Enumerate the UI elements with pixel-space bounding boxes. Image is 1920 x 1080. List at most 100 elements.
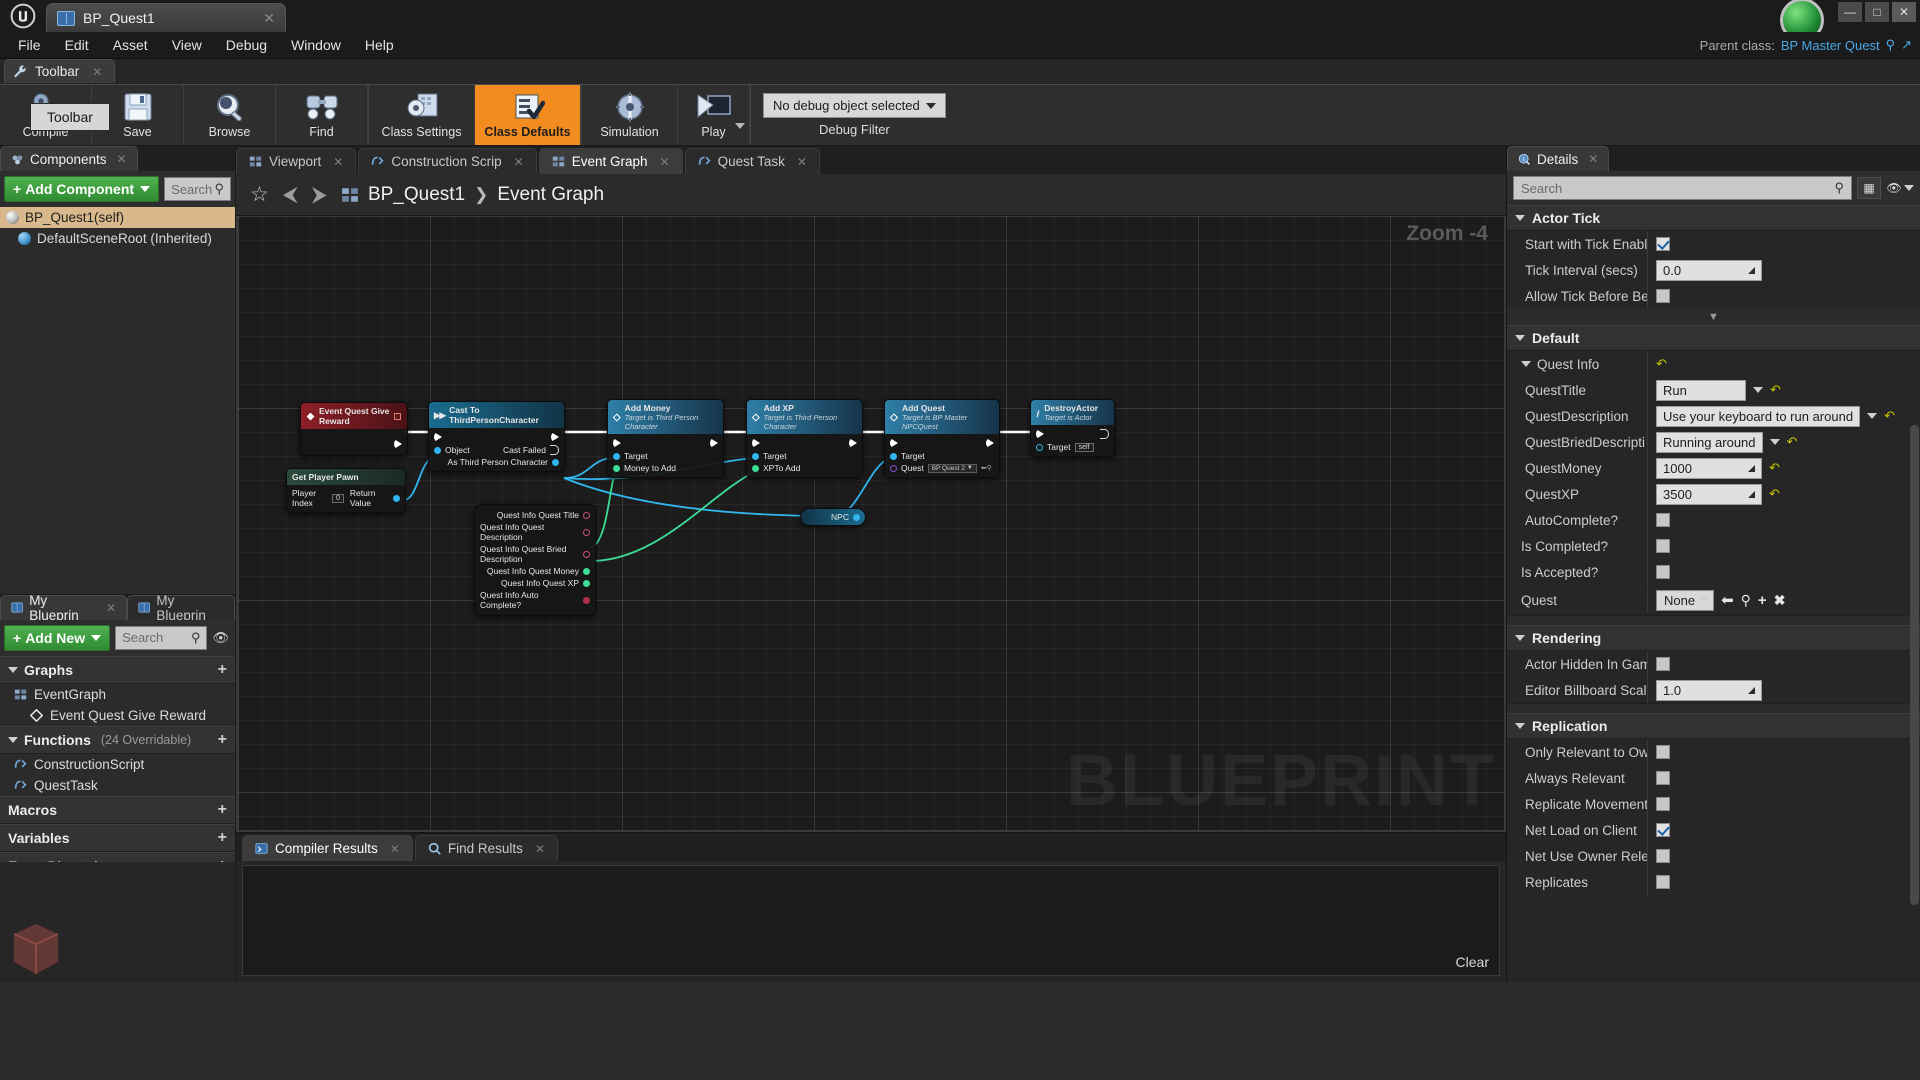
node-add-quest[interactable]: Add Quest Target is BP Master NPCQuest T… <box>884 399 1000 478</box>
grid-view-icon[interactable]: ▦ <box>1857 177 1881 199</box>
quest-xp-out-pin[interactable] <box>583 580 590 587</box>
forward-arrow-icon[interactable]: ⮞ <box>312 183 327 207</box>
add-function-button[interactable]: + <box>218 731 227 749</box>
chevron-down-icon[interactable] <box>735 123 745 129</box>
player-index-value[interactable]: 0 <box>332 494 344 503</box>
tab-event-graph[interactable]: Event Graph ✕ <box>539 148 683 174</box>
tick-interval-input[interactable]: 0.0 <box>1656 260 1762 281</box>
parent-class-value[interactable]: BP Master Quest <box>1781 38 1880 53</box>
only-relevant-to-owner-checkbox[interactable] <box>1656 745 1670 759</box>
menu-item-file[interactable]: File <box>6 34 53 56</box>
exec-out-pin[interactable] <box>1100 429 1109 439</box>
questtitle-input[interactable]: Run <box>1656 380 1746 401</box>
section-event-dispatchers[interactable]: Event Dispatchers + <box>0 852 235 863</box>
add-macro-button[interactable]: + <box>218 801 227 819</box>
minimize-button[interactable]: — <box>1838 2 1862 22</box>
quest-bried-description-out-pin[interactable] <box>583 551 590 558</box>
close-icon[interactable]: ✕ <box>514 155 524 169</box>
close-icon[interactable]: ✕ <box>535 842 545 856</box>
section-macros[interactable]: Macros + <box>0 796 235 824</box>
breadcrumb-item-blueprint[interactable]: BP_Quest1 <box>368 184 465 206</box>
target-in-pin[interactable] <box>1036 444 1043 451</box>
is-accepted-checkbox[interactable] <box>1656 565 1670 579</box>
tab-details[interactable]: i Details ✕ <box>1507 146 1609 171</box>
breadcrumb-item-graph[interactable]: Event Graph <box>497 184 604 206</box>
star-icon[interactable]: ☆ <box>250 182 269 207</box>
replicates-checkbox[interactable] <box>1656 875 1670 889</box>
always-relevant-checkbox[interactable] <box>1656 771 1670 785</box>
tab-compiler-results[interactable]: Compiler Results ✕ <box>242 835 413 861</box>
node-quest-info-break[interactable]: Quest Info Quest Title Quest Info Quest … <box>474 504 596 616</box>
tab-my-blueprint-2[interactable]: My Blueprin <box>127 595 235 620</box>
node-npc-variable[interactable]: NPC <box>800 508 866 526</box>
details-category-actor-tick[interactable]: Actor Tick <box>1507 205 1920 231</box>
component-row-default-scene-root[interactable]: DefaultSceneRoot (Inherited) <box>0 228 235 249</box>
toolbar-button-browse[interactable]: Browse <box>184 85 276 145</box>
target-in-pin[interactable] <box>890 453 897 460</box>
allow-tick-before-begin-checkbox[interactable] <box>1656 289 1670 303</box>
browse-icon[interactable]: ⚲ <box>1741 592 1751 609</box>
start-with-tick-enabled-checkbox[interactable] <box>1656 237 1670 251</box>
visibility-icon[interactable]: 👁 <box>1886 177 1914 199</box>
section-variables[interactable]: Variables + <box>0 824 235 852</box>
quest-object-picker[interactable]: None <box>1656 590 1714 611</box>
document-tab-bp-quest1[interactable]: BP_Quest1 ✕ <box>46 3 286 32</box>
close-icon[interactable]: ✕ <box>660 155 670 169</box>
exec-in-pin[interactable] <box>613 438 621 448</box>
quest-value-dropdown[interactable]: BP Quest 2▼ <box>928 464 977 473</box>
debug-object-select[interactable]: No debug object selected <box>763 93 946 118</box>
toolbar-dock-tab[interactable]: Toolbar ✕ <box>4 59 115 83</box>
menu-item-help[interactable]: Help <box>353 34 406 56</box>
toolbar-button-simulation[interactable]: Simulation <box>582 85 678 145</box>
clear-icon[interactable]: ✖ <box>1774 592 1786 609</box>
questmoney-input[interactable]: 1000 <box>1656 458 1762 479</box>
editor-billboard-scale-input[interactable]: 1.0 <box>1656 680 1762 701</box>
delegate-pin-icon[interactable] <box>394 413 401 420</box>
tab-viewport[interactable]: Viewport ✕ <box>236 148 356 174</box>
add-graph-button[interactable]: + <box>218 661 227 679</box>
clear-button[interactable]: Clear <box>1456 954 1489 970</box>
add-component-button[interactable]: + Add Component <box>4 176 159 202</box>
list-item-constructionscript[interactable]: ConstructionScript <box>0 754 235 775</box>
add-icon[interactable]: + <box>1758 592 1767 609</box>
component-row-self[interactable]: BP_Quest1(self) <box>0 207 235 228</box>
exec-out-pin[interactable] <box>551 432 559 442</box>
actor-hidden-in-game-checkbox[interactable] <box>1656 657 1670 671</box>
node-destroyactor[interactable]: ƒ DestroyActor Target is Actor Target se… <box>1030 399 1115 457</box>
details-scrollbar[interactable] <box>1910 425 1919 905</box>
toolbar-button-class-defaults[interactable]: Class Defaults <box>475 85 581 145</box>
quest-in-pin[interactable] <box>890 465 897 472</box>
chevron-down-icon[interactable] <box>1753 387 1763 393</box>
replicate-movement-checkbox[interactable] <box>1656 797 1670 811</box>
exec-in-pin[interactable] <box>1036 429 1044 439</box>
toolbar-button-class-settings[interactable]: Class Settings <box>369 85 475 145</box>
menu-item-window[interactable]: Window <box>279 34 353 56</box>
node-add-money[interactable]: Add Money Target is Third Person Charact… <box>607 399 724 478</box>
quest-title-out-pin[interactable] <box>583 512 590 519</box>
add-new-button[interactable]: + Add New <box>4 625 110 651</box>
chevron-down-icon[interactable] <box>1521 361 1531 367</box>
auto-complete-out-pin[interactable] <box>583 597 590 604</box>
details-category-default[interactable]: Default <box>1507 325 1920 351</box>
details-category-rendering[interactable]: Rendering <box>1507 625 1920 651</box>
close-icon[interactable]: ✕ <box>333 155 343 169</box>
add-variable-button[interactable]: + <box>218 829 227 847</box>
autocomplete-checkbox[interactable] <box>1656 513 1670 527</box>
exec-out-pin[interactable] <box>986 438 994 448</box>
node-get-player-pawn[interactable]: Get Player Pawn Player Index 0 Return Va… <box>286 468 406 513</box>
open-icon[interactable]: ↗ <box>1901 37 1912 53</box>
quest-description-out-pin[interactable] <box>583 529 590 536</box>
net-load-on-client-checkbox[interactable] <box>1656 823 1670 837</box>
revert-icon[interactable]: ↶ <box>1787 434 1798 450</box>
as-character-out-pin[interactable] <box>552 459 559 466</box>
menu-item-debug[interactable]: Debug <box>214 34 279 56</box>
tab-my-blueprint-1[interactable]: My Blueprin ✕ <box>0 595 127 620</box>
chevron-down-icon[interactable] <box>1770 439 1780 445</box>
is-completed-checkbox[interactable] <box>1656 539 1670 553</box>
quest-money-out-pin[interactable] <box>583 568 590 575</box>
details-search-input[interactable]: Search ⚲ <box>1513 176 1852 200</box>
object-in-pin[interactable] <box>434 447 441 454</box>
quest-pin-actions[interactable]: ⬅⚲ <box>981 464 992 472</box>
questdescription-input[interactable]: Use your keyboard to run around <box>1656 406 1860 427</box>
revert-icon[interactable]: ↶ <box>1656 356 1667 372</box>
